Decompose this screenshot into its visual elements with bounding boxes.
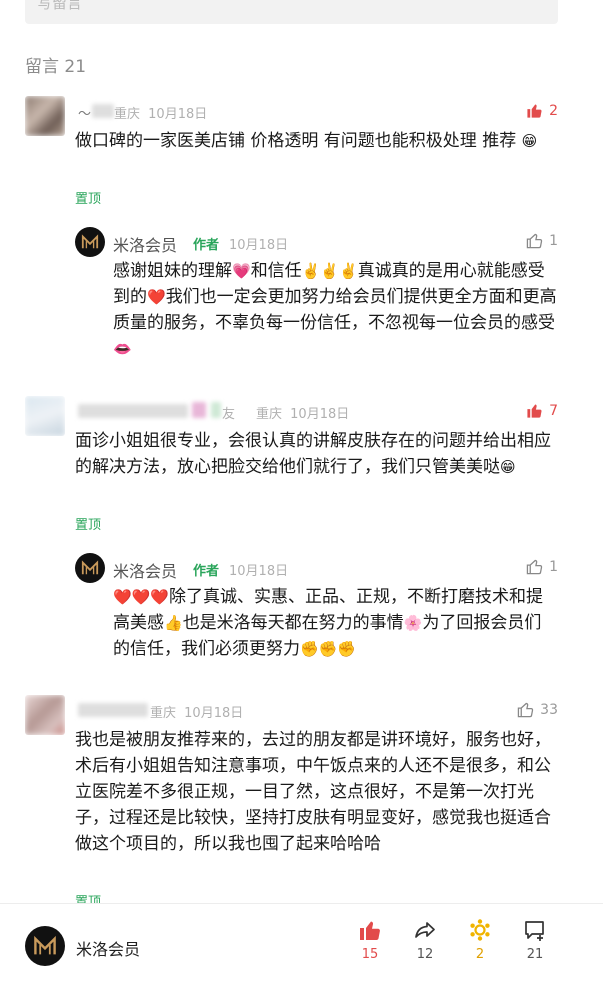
wow-button[interactable]: 2 bbox=[460, 918, 500, 962]
comment-text: 我也是被朋友推荐来的，去过的朋友都是讲环境好，服务也好，术后有小姐姐告知注意事项… bbox=[75, 730, 551, 854]
share-count: 12 bbox=[416, 947, 434, 962]
like-count: 15 bbox=[361, 947, 379, 962]
comment-input-placeholder: 写留言 bbox=[37, 0, 83, 12]
author-tag: 作者 bbox=[193, 238, 220, 253]
account-avatar[interactable] bbox=[25, 926, 65, 966]
comment-date: 10月18日 bbox=[148, 107, 208, 122]
comment-like-count: 33 bbox=[540, 701, 558, 718]
reply-like-button[interactable]: 1 bbox=[526, 232, 558, 249]
comment-input[interactable]: 写留言 bbox=[25, 0, 558, 24]
bottom-action-bar: 米洛会员 15 12 2 21 bbox=[0, 903, 603, 985]
reply-text: ❤️❤️❤️除了真诚、实惠、正品、正规，不断打磨技术和提高美感👍也是米洛每天都在… bbox=[113, 587, 544, 659]
author-avatar[interactable] bbox=[75, 553, 105, 583]
pinned-label: 置顶 bbox=[75, 518, 102, 533]
comment-location: 重庆 bbox=[114, 107, 141, 122]
like-button[interactable]: 15 bbox=[350, 918, 390, 962]
reply-like-count: 1 bbox=[549, 232, 558, 249]
milo-logo-icon bbox=[34, 935, 56, 955]
grin-emoji: 😁 bbox=[521, 132, 538, 150]
milo-logo-icon bbox=[81, 234, 99, 249]
account-name[interactable]: 米洛会员 bbox=[76, 936, 140, 960]
thumbs-up-outline-icon bbox=[526, 233, 543, 249]
comment-like-button[interactable]: 7 bbox=[526, 402, 558, 419]
thumbs-up-filled-icon bbox=[527, 404, 542, 418]
avatar[interactable] bbox=[25, 396, 65, 436]
thumbs-up-outline-icon bbox=[526, 559, 543, 575]
comment-like-button[interactable]: 2 bbox=[526, 102, 558, 119]
comment-date: 10月18日 bbox=[290, 407, 350, 422]
avatar[interactable] bbox=[25, 96, 65, 136]
reply-text: 感谢姐妹的理解💗和信任✌️✌️✌️真诚真的是用心就能感受到的❤️我们也一定会更加… bbox=[113, 261, 557, 358]
comment-like-count: 2 bbox=[549, 102, 558, 119]
comment-like-count: 7 bbox=[549, 402, 558, 419]
comment-count-label: 留言 21 bbox=[25, 57, 87, 77]
thumbs-up-filled-icon bbox=[360, 921, 380, 940]
thumbs-up-outline-icon bbox=[517, 702, 534, 718]
reply-date: 10月18日 bbox=[229, 564, 289, 579]
author-tag: 作者 bbox=[193, 564, 220, 579]
comment-text: 面诊小姐姐很专业，会很认真的讲解皮肤存在的问题并给出相应的解决方法，放心把脸交给… bbox=[75, 431, 551, 477]
reply-author-name[interactable]: 米洛会员 bbox=[113, 232, 177, 256]
comment-location: 重庆 bbox=[256, 407, 283, 422]
avatar[interactable] bbox=[25, 695, 65, 735]
reply-like-button[interactable]: 1 bbox=[526, 558, 558, 575]
reply-author-name[interactable]: 米洛会员 bbox=[113, 558, 177, 582]
pinned-label: 置顶 bbox=[75, 192, 102, 207]
comment-user-name[interactable]: 友 bbox=[222, 403, 235, 422]
share-icon bbox=[415, 922, 435, 938]
reply-like-count: 1 bbox=[549, 558, 558, 575]
comment-add-icon bbox=[525, 921, 544, 941]
wow-flower-icon bbox=[470, 919, 490, 941]
thumbs-up-filled-icon bbox=[527, 104, 542, 118]
comment-date: 10月18日 bbox=[184, 706, 244, 721]
reply-date: 10月18日 bbox=[229, 238, 289, 253]
comment-user-name[interactable]: ～​ bbox=[78, 103, 91, 122]
wow-count: 2 bbox=[475, 947, 485, 962]
comment-like-button[interactable]: 33 bbox=[517, 701, 558, 718]
comment-text: 做口碑的一家医美店铺 价格透明 有问题也能积极处理 推荐 😁 bbox=[75, 131, 538, 151]
share-button[interactable]: 12 bbox=[405, 918, 445, 962]
grin-emoji: 😁 bbox=[500, 458, 516, 476]
author-avatar[interactable] bbox=[75, 227, 105, 257]
milo-logo-icon bbox=[81, 560, 99, 575]
comment-button[interactable]: 21 bbox=[515, 918, 555, 962]
comment-location: 重庆 bbox=[150, 706, 177, 721]
comment-count: 21 bbox=[526, 947, 544, 962]
